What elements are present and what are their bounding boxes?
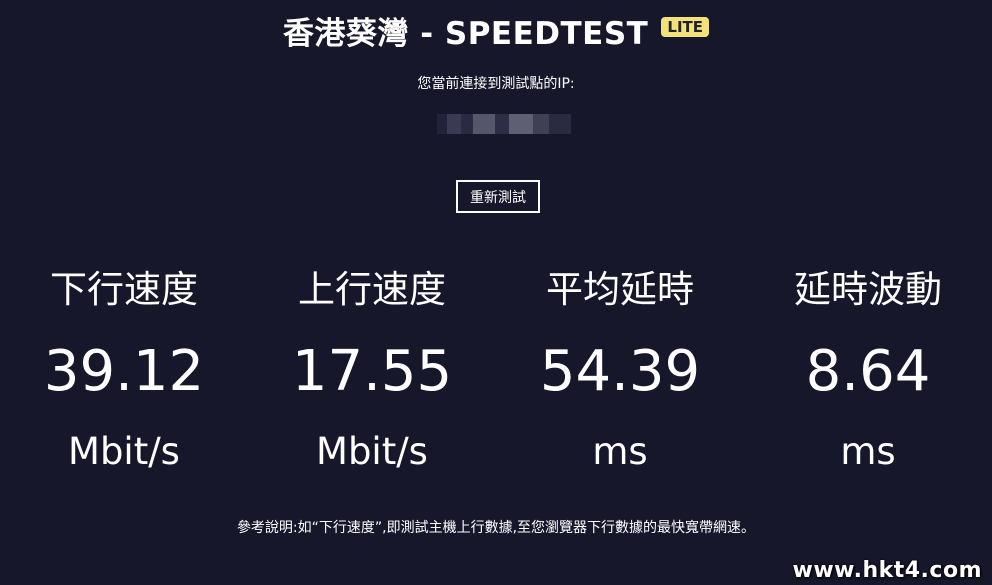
metric-unit: Mbit/s (316, 430, 428, 473)
metric-value: 17.55 (291, 339, 453, 404)
page-title: 香港葵灣 - SPEEDTEST (282, 16, 649, 52)
ip-address-masked (437, 114, 571, 134)
metric-label: 上行速度 (298, 268, 446, 311)
metric-value: 54.39 (539, 339, 701, 404)
lite-badge: LITE (661, 16, 710, 37)
metric-label: 平均延時 (546, 268, 694, 311)
metric-value: 8.64 (805, 339, 931, 404)
speedtest-page: 香港葵灣 - SPEEDTEST LITE 您當前連接到測試點的IP: 重新測試… (0, 0, 992, 585)
header: 香港葵灣 - SPEEDTEST LITE (0, 8, 992, 53)
metric-value: 39.12 (43, 339, 205, 404)
metric-download: 下行速度 39.12 Mbit/s (0, 262, 248, 482)
metric-jitter: 延時波動 8.64 ms (744, 262, 992, 482)
metric-unit: ms (592, 430, 648, 473)
metric-upload: 上行速度 17.55 Mbit/s (248, 262, 496, 482)
metrics-row: 下行速度 39.12 Mbit/s 上行速度 17.55 Mbit/s 平均延時… (0, 262, 992, 482)
watermark: www.hkt4.com (792, 558, 982, 583)
footer-note: 參考說明:如“下行速度”,即測試主機上行數據,至您瀏覽器下行數據的最快寬帶網速。 (236, 520, 756, 536)
metric-unit: Mbit/s (68, 430, 180, 473)
retest-button[interactable]: 重新測試 (456, 180, 540, 213)
metric-ping: 平均延時 54.39 ms (496, 262, 744, 482)
metric-label: 下行速度 (50, 268, 198, 311)
ip-label: 您當前連接到測試點的IP: (417, 76, 575, 92)
metric-unit: ms (840, 430, 896, 473)
metric-label: 延時波動 (794, 268, 942, 311)
